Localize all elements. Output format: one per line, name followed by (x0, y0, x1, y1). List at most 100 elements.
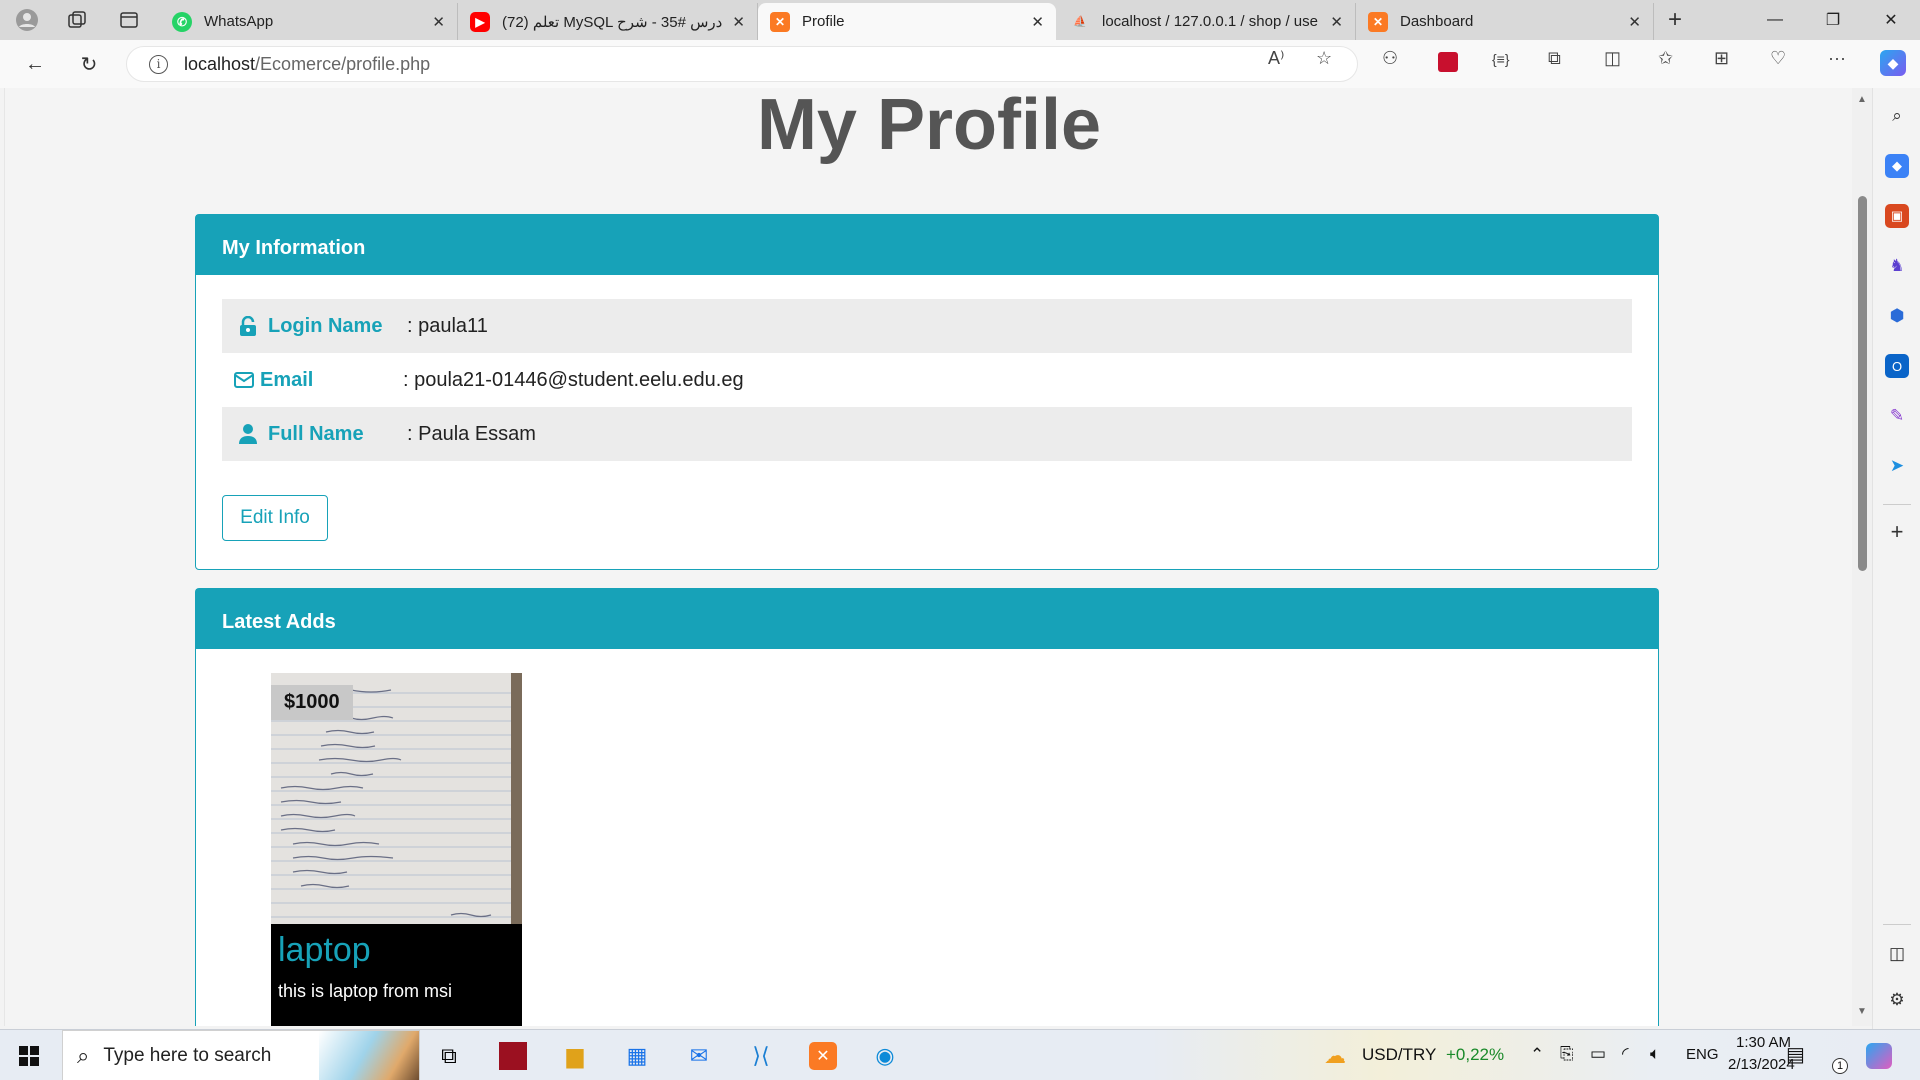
edit-info-button[interactable]: Edit Info (222, 495, 328, 541)
collections-icon[interactable]: ⊞ (1714, 48, 1729, 69)
vscode-icon[interactable]: ⟩⟨ (744, 1039, 778, 1073)
file-explorer-icon[interactable]: ▆ (558, 1039, 592, 1073)
page-scrollbar[interactable]: ▲ ▼ (1852, 88, 1872, 1026)
login-name-value: : paula11 (407, 314, 488, 337)
wifi-icon[interactable]: ◜ (1622, 1044, 1629, 1064)
currency-pair[interactable]: USD/TRY (1362, 1045, 1436, 1065)
meet-now-icon[interactable]: ⎘ (1560, 1044, 1574, 1064)
youtube-icon: ▶ (470, 11, 490, 32)
hide-sidebar-icon[interactable]: ◫ (1885, 942, 1909, 966)
copilot-icon[interactable]: ◆ (1880, 50, 1906, 76)
read-aloud-icon[interactable]: A⁾ (1268, 48, 1284, 69)
search-placeholder: Type here to search (103, 1044, 272, 1066)
refresh-icon[interactable]: ↻ (72, 48, 106, 80)
full-name-value: : Paula Essam (407, 422, 536, 445)
shopping-tag-icon[interactable]: ◆ (1885, 154, 1909, 178)
close-icon[interactable]: ✕ (1031, 13, 1044, 31)
mail-icon[interactable]: ✉ (682, 1039, 716, 1073)
favorites-icon[interactable]: ✩ (1658, 48, 1673, 69)
workspaces-icon[interactable] (62, 6, 92, 34)
email-label-text: Email (260, 368, 314, 391)
close-icon[interactable]: ✕ (732, 13, 745, 31)
extension-red-icon[interactable] (1438, 52, 1458, 72)
scroll-up-arrow-icon[interactable]: ▲ (1857, 94, 1867, 105)
add-icon[interactable]: + (1885, 519, 1909, 544)
restore-icon[interactable]: ❐ (1806, 0, 1860, 40)
tab-actions-icon[interactable] (114, 6, 144, 34)
product-card[interactable]: $1000 laptop this is laptop from msi (271, 673, 522, 1026)
navigation-bar: ← ↻ i localhost/Ecomerce/profile.php A⁾ … (0, 40, 1920, 88)
product-image[interactable]: $1000 (271, 673, 522, 924)
address-bar[interactable]: i localhost/Ecomerce/profile.php (126, 46, 1358, 82)
tab-title: localhost / 127.0.0.1 / shop / use (1102, 13, 1318, 30)
envelope-icon (234, 369, 254, 391)
profile-avatar-icon[interactable] (12, 6, 42, 34)
tab-phpmyadmin[interactable]: ⛵ localhost / 127.0.0.1 / shop / use ✕ (1058, 3, 1356, 40)
unlock-icon (238, 315, 258, 337)
phpmyadmin-icon: ⛵ (1073, 16, 1087, 28)
tab-title: Dashboard (1400, 13, 1474, 30)
close-icon[interactable]: ✕ (1330, 13, 1343, 31)
address-url: localhost/Ecomerce/profile.php (184, 54, 430, 75)
full-name-label: Full Name (222, 423, 407, 446)
page-viewport: My Profile My Information Login Name : p… (4, 88, 1852, 1026)
tab-whatsapp[interactable]: ✆ WhatsApp ✕ (160, 3, 458, 40)
login-name-row: Login Name : paula11 (222, 299, 1632, 353)
back-arrow-icon[interactable]: ← (18, 48, 52, 80)
scroll-down-arrow-icon[interactable]: ▼ (1857, 1006, 1867, 1017)
task-view-icon[interactable]: ⧉ (432, 1039, 466, 1073)
information-panel: My Information Login Name : paula11 Emai… (195, 214, 1659, 570)
browser-essentials-icon[interactable]: ♡ (1770, 48, 1786, 69)
send-plane-icon[interactable]: ➤ (1885, 454, 1909, 478)
notifications-icon[interactable]: ▤ (1786, 1042, 1805, 1067)
xampp-taskbar-icon[interactable]: ✕ (806, 1039, 840, 1073)
site-info-icon[interactable]: i (149, 54, 168, 74)
edge-browser-icon[interactable]: ◉ (868, 1039, 902, 1073)
clock-time[interactable]: 1:30 AM (1736, 1034, 1791, 1051)
more-menu-icon[interactable]: ··· (1828, 48, 1846, 69)
close-icon[interactable]: ✕ (1628, 13, 1641, 31)
login-name-label: Login Name (222, 315, 407, 338)
tab-dashboard[interactable]: ✕ Dashboard ✕ (1356, 3, 1654, 40)
sidebar-divider (1883, 504, 1911, 505)
clock-date[interactable]: 2/13/2024 (1728, 1056, 1795, 1073)
extensions-puzzle-icon[interactable]: ⧉ (1548, 48, 1561, 69)
product-description: this is laptop from msi (278, 981, 453, 1001)
url-path: /Ecomerce/profile.php (255, 53, 431, 74)
volume-icon[interactable]: 🔈︎ (1650, 1044, 1660, 1064)
tab-title: (72) تعلم MySQL درس #35 - شرح (502, 13, 723, 31)
tab-youtube[interactable]: ▶ (72) تعلم MySQL درس #35 - شرح ✕ (458, 3, 758, 40)
copilot-preview-icon[interactable] (1862, 1039, 1896, 1073)
search-icon[interactable]: ⌕ (1885, 104, 1909, 128)
battery-icon[interactable]: ▭ (1590, 1044, 1606, 1064)
outlook-icon[interactable]: O (1885, 354, 1909, 378)
price-tag: $1000 (271, 685, 353, 720)
settings-gear-icon[interactable]: ⚙ (1885, 988, 1909, 1012)
window-close-icon[interactable]: ✕ (1864, 0, 1918, 40)
scrollbar-thumb[interactable] (1858, 196, 1867, 571)
taskbar-search-box[interactable]: ⌕ Type here to search (62, 1030, 420, 1080)
tools-briefcase-icon[interactable]: ▣ (1885, 204, 1909, 228)
product-title[interactable]: laptop (278, 931, 371, 970)
tab-title: Profile (802, 13, 845, 30)
whatsapp-icon: ✆ (172, 11, 192, 32)
split-screen-icon[interactable]: ◫ (1604, 48, 1621, 69)
language-indicator[interactable]: ENG (1686, 1046, 1719, 1063)
copilot-extension-icon[interactable]: ⚇ (1382, 48, 1398, 69)
close-icon[interactable]: ✕ (432, 13, 445, 31)
email-value: : poula21-01446@student.eelu.edu.eg (403, 368, 744, 391)
edge-sidebar: ⌕ ◆ ▣ ♞ ⬢ O ✎ ➤ + ◫ ⚙ (1872, 88, 1920, 1029)
games-chess-icon[interactable]: ♞ (1885, 254, 1909, 278)
show-hidden-icons-icon[interactable]: ⌃ (1530, 1045, 1544, 1065)
microsoft365-icon[interactable]: ⬢ (1885, 304, 1909, 328)
favorite-star-icon[interactable]: ☆ (1316, 48, 1332, 69)
ruby-app-icon[interactable] (496, 1039, 530, 1073)
microsoft-store-icon[interactable]: ▦ (620, 1039, 654, 1073)
minimize-icon[interactable]: — (1748, 0, 1802, 40)
designer-icon[interactable]: ✎ (1885, 404, 1909, 428)
json-extension-icon[interactable]: {≡} (1492, 51, 1510, 67)
windows-start-icon[interactable] (12, 1039, 46, 1073)
currency-change[interactable]: +0,22% (1446, 1045, 1504, 1065)
tab-profile[interactable]: ✕ Profile ✕ (758, 3, 1056, 40)
new-tab-icon[interactable]: + (1660, 6, 1690, 34)
